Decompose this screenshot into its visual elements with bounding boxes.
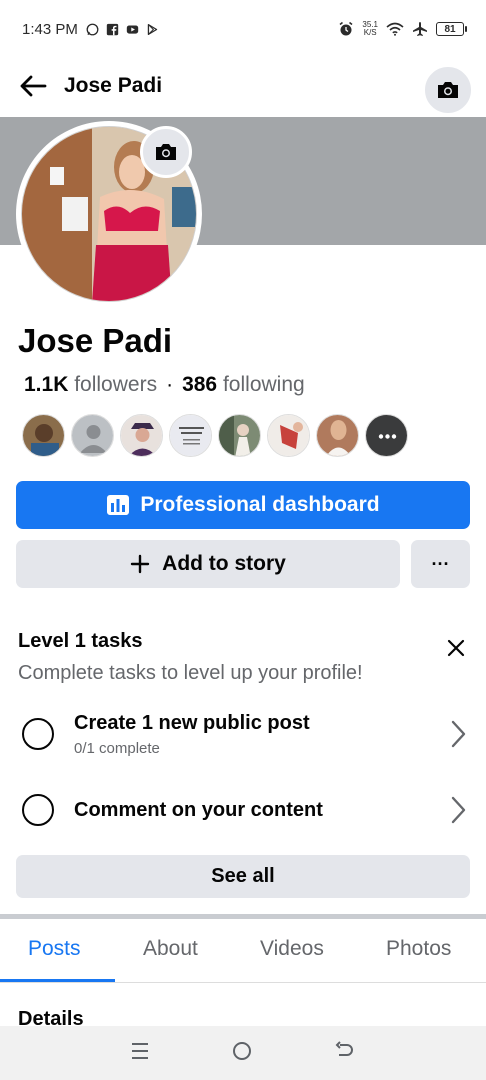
friend-avatar[interactable] xyxy=(316,414,359,457)
profile-tabs: Posts About Videos Photos xyxy=(0,919,486,983)
following-link[interactable]: 386 following xyxy=(182,373,305,396)
friend-avatar[interactable] xyxy=(267,414,310,457)
dashboard-icon xyxy=(107,495,130,515)
camera-icon xyxy=(156,144,176,160)
task-progress: 0/1 complete xyxy=(74,739,160,757)
friend-avatar[interactable] xyxy=(169,414,212,457)
task-item[interactable]: Comment on your content xyxy=(22,780,466,840)
status-time: 1:43 PM xyxy=(22,20,78,38)
airplane-icon xyxy=(413,22,427,36)
followers-label: followers xyxy=(74,373,158,396)
add-to-story-button[interactable]: Add to story xyxy=(16,540,400,588)
active-tab-indicator xyxy=(0,979,115,982)
task-text: Comment on your content xyxy=(74,799,323,822)
menu-icon xyxy=(132,1042,149,1059)
followers-count: 1.1K xyxy=(24,373,69,396)
professional-dashboard-label: Professional dashboard xyxy=(140,493,380,516)
friend-avatar[interactable] xyxy=(71,414,114,457)
back-arrow-icon xyxy=(335,1040,353,1056)
home-button[interactable] xyxy=(231,1040,253,1067)
profile-name: Jose Padi xyxy=(18,322,173,359)
youtube-icon xyxy=(126,24,139,34)
friend-avatar[interactable] xyxy=(120,414,163,457)
system-nav-bar xyxy=(0,1026,486,1080)
following-count: 386 xyxy=(182,373,218,396)
close-icon xyxy=(447,639,465,657)
task-item[interactable]: Create 1 new public post 0/1 complete xyxy=(22,704,466,764)
friend-avatars xyxy=(22,414,408,457)
speed-unit: K/S xyxy=(363,28,377,37)
friend-photo-image xyxy=(23,415,64,456)
tab-posts[interactable]: Posts xyxy=(28,937,81,961)
add-to-story-label: Add to story xyxy=(162,552,286,575)
edit-profile-picture-button[interactable] xyxy=(140,126,192,178)
friend-photo-image xyxy=(219,415,260,456)
back-button[interactable] xyxy=(16,69,50,103)
follow-stats: 1.1K followers · 386 following xyxy=(24,373,305,397)
whatsapp-icon xyxy=(86,23,99,35)
battery-icon: 81 xyxy=(436,22,467,36)
home-circle-icon xyxy=(232,1041,251,1060)
tasks-subtitle: Complete tasks to level up your profile! xyxy=(18,662,363,684)
camera-icon xyxy=(438,82,458,98)
tasks-title: Level 1 tasks xyxy=(18,630,143,652)
more-icon xyxy=(366,415,407,456)
see-all-label: See all xyxy=(211,865,275,887)
more-icon: ··· xyxy=(431,553,450,574)
friend-photo-image xyxy=(317,415,358,456)
tab-videos[interactable]: Videos xyxy=(260,937,324,961)
professional-dashboard-button[interactable]: Professional dashboard xyxy=(16,481,470,529)
plus-icon xyxy=(130,554,150,574)
task-label: Create 1 new public post xyxy=(74,711,310,734)
friend-photo-image xyxy=(268,415,309,456)
arrow-left-icon xyxy=(20,75,47,97)
stats-separator: · xyxy=(166,373,174,396)
wifi-icon xyxy=(386,22,404,36)
more-friends-button[interactable] xyxy=(365,414,408,457)
friend-photo-image xyxy=(170,415,211,456)
friend-avatar[interactable] xyxy=(218,414,261,457)
profile-more-button[interactable]: ··· xyxy=(411,540,470,588)
facebook-icon xyxy=(106,23,119,35)
tab-about[interactable]: About xyxy=(143,937,198,961)
back-nav-button[interactable] xyxy=(334,1040,356,1066)
recent-apps-button[interactable] xyxy=(130,1042,150,1065)
tab-photos[interactable]: Photos xyxy=(386,937,451,961)
following-label: following xyxy=(222,373,305,396)
task-checkbox[interactable] xyxy=(22,794,54,826)
task-label: Comment on your content xyxy=(74,798,323,821)
friend-photo-image xyxy=(121,415,162,456)
play-store-icon xyxy=(147,23,158,35)
status-bar: 1:43 PM 35.1 K/S 81 xyxy=(0,0,486,58)
profile-header: Jose Padi xyxy=(0,58,486,114)
default-avatar-icon xyxy=(72,415,113,456)
alarm-icon xyxy=(339,21,353,36)
status-app-icons xyxy=(86,23,159,36)
dismiss-tasks-button[interactable] xyxy=(440,632,472,664)
friend-avatar[interactable] xyxy=(22,414,65,457)
status-system-icons: 35.1 K/S 81 xyxy=(338,21,467,37)
followers-link[interactable]: 1.1K followers xyxy=(24,373,157,396)
network-speed: 35.1 K/S xyxy=(362,21,378,37)
task-text: Create 1 new public post 0/1 complete xyxy=(74,712,310,757)
header-title: Jose Padi xyxy=(64,74,163,97)
see-all-tasks-button[interactable]: See all xyxy=(16,855,470,898)
chevron-right-icon xyxy=(451,796,466,824)
edit-cover-photo-button[interactable] xyxy=(422,64,474,116)
chevron-right-icon xyxy=(451,720,466,748)
task-checkbox[interactable] xyxy=(22,718,54,750)
